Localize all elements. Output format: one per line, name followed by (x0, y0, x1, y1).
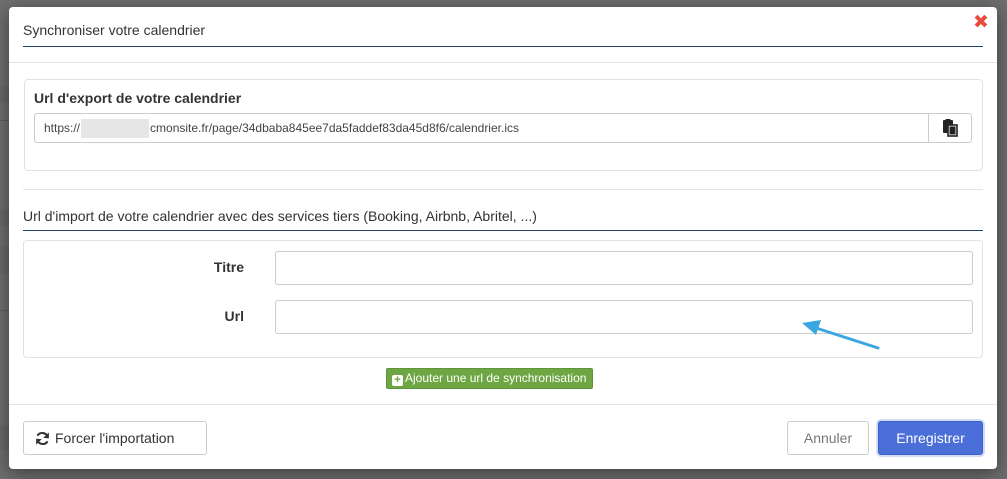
export-url-panel: Url d'export de votre calendrier https:/… (24, 79, 983, 171)
force-import-label: Forcer l'importation (55, 430, 175, 446)
dialog-header: Synchroniser votre calendrier ✖ (9, 7, 997, 63)
title-input[interactable] (275, 251, 973, 285)
export-url-prefix: https:// (44, 121, 81, 135)
plus-icon: + (392, 375, 403, 386)
copy-url-button[interactable] (928, 113, 972, 143)
clipboard-icon (943, 119, 958, 137)
footer-divider (9, 404, 997, 405)
title-field-label: Titre (213, 259, 244, 275)
add-sync-url-button[interactable]: + Ajouter une url de synchronisation (386, 368, 594, 389)
url-field-label: Url (224, 308, 244, 324)
refresh-icon (36, 431, 49, 446)
force-import-button[interactable]: Forcer l'importation (23, 421, 207, 455)
section-divider (23, 189, 983, 190)
add-sync-url-label: Ajouter une url de synchronisation (405, 371, 587, 385)
import-section-title: Url d'import de votre calendrier avec de… (23, 208, 983, 231)
export-url-suffix: cmonsite.fr/page/34dbaba845ee7da5faddef8… (150, 121, 519, 135)
export-url-field[interactable]: https:// cmonsite.fr/page/34dbaba845ee7da… (34, 113, 928, 143)
sync-calendar-dialog: Synchroniser votre calendrier ✖ Url d'ex… (9, 7, 997, 469)
cancel-button[interactable]: Annuler (787, 421, 869, 455)
annotation-arrow-icon (802, 320, 880, 350)
export-url-label: Url d'export de votre calendrier (34, 90, 242, 106)
save-button[interactable]: Enregistrer (878, 421, 983, 455)
dialog-title: Synchroniser votre calendrier (23, 22, 983, 47)
redacted-domain (81, 119, 150, 139)
close-icon[interactable]: ✖ (973, 13, 989, 32)
